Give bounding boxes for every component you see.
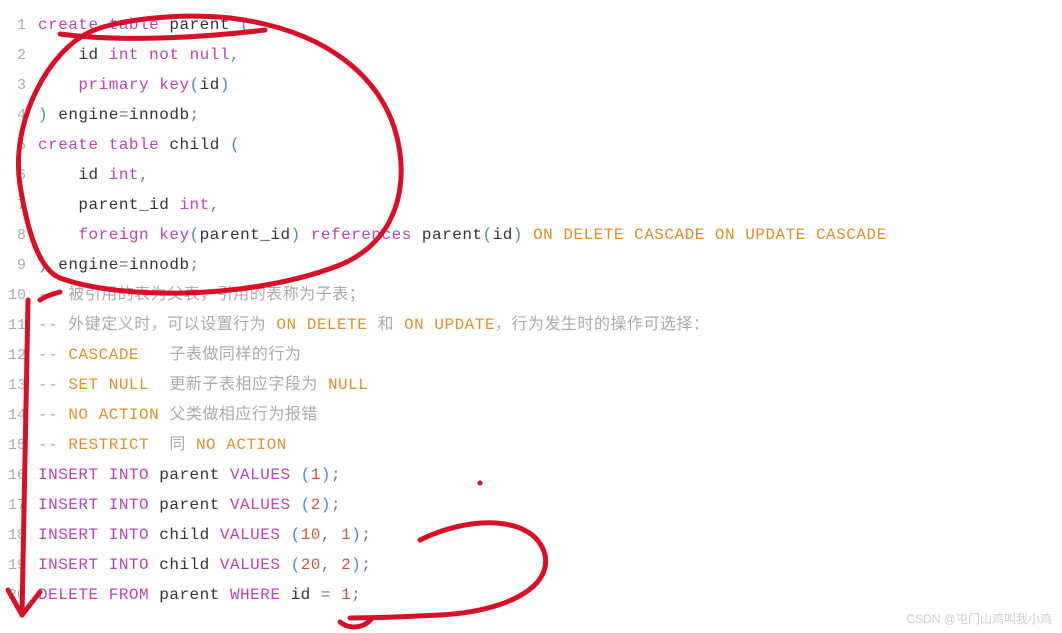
code-line[interactable]: 3 primary key(id) [0, 70, 1062, 100]
code-line[interactable]: 12-- CASCADE 子表做同样的行为 [0, 340, 1062, 370]
code-line[interactable]: 9) engine=innodb; [0, 250, 1062, 280]
code-content[interactable]: -- RESTRICT 同 NO ACTION [38, 430, 287, 460]
code-content[interactable]: INSERT INTO parent VALUES (2); [38, 490, 341, 520]
code-content[interactable]: create table parent ( [38, 10, 250, 40]
line-number: 6 [0, 161, 38, 191]
line-number: 16 [0, 461, 38, 491]
code-line[interactable]: 13-- SET NULL 更新子表相应字段为 NULL [0, 370, 1062, 400]
code-line[interactable]: 19INSERT INTO child VALUES (20, 2); [0, 550, 1062, 580]
code-line[interactable]: 7 parent_id int, [0, 190, 1062, 220]
line-number: 9 [0, 251, 38, 281]
line-number: 2 [0, 41, 38, 71]
code-content[interactable]: INSERT INTO parent VALUES (1); [38, 460, 341, 490]
code-content[interactable]: -- CASCADE 子表做同样的行为 [38, 340, 301, 370]
code-line[interactable]: 17INSERT INTO parent VALUES (2); [0, 490, 1062, 520]
code-line[interactable]: 18INSERT INTO child VALUES (10, 1); [0, 520, 1062, 550]
code-content[interactable]: -- NO ACTION 父类做相应行为报错 [38, 400, 318, 430]
line-number: 19 [0, 551, 38, 581]
code-line[interactable]: 14-- NO ACTION 父类做相应行为报错 [0, 400, 1062, 430]
code-content[interactable]: -- SET NULL 更新子表相应字段为 NULL [38, 370, 368, 400]
code-content[interactable]: DELETE FROM parent WHERE id = 1; [38, 580, 361, 610]
code-editor[interactable]: 1create table parent (2 id int not null,… [0, 0, 1062, 620]
line-number: 7 [0, 191, 38, 221]
code-content[interactable]: ) engine=innodb; [38, 100, 200, 130]
line-number: 11 [0, 311, 38, 341]
line-number: 14 [0, 401, 38, 431]
line-number: 3 [0, 71, 38, 101]
code-content[interactable]: INSERT INTO child VALUES (20, 2); [38, 550, 371, 580]
code-line[interactable]: 8 foreign key(parent_id) references pare… [0, 220, 1062, 250]
line-number: 18 [0, 521, 38, 551]
code-content[interactable]: INSERT INTO child VALUES (10, 1); [38, 520, 371, 550]
code-content[interactable]: ) engine=innodb; [38, 250, 200, 280]
line-number: 20 [0, 581, 38, 611]
line-number: 5 [0, 131, 38, 161]
code-line[interactable]: 15-- RESTRICT 同 NO ACTION [0, 430, 1062, 460]
code-content[interactable]: id int not null, [38, 40, 240, 70]
code-content[interactable]: id int, [38, 160, 149, 190]
code-content[interactable]: primary key(id) [38, 70, 230, 100]
code-content[interactable]: create table child ( [38, 130, 240, 160]
code-line[interactable]: 5create table child ( [0, 130, 1062, 160]
code-content[interactable]: foreign key(parent_id) references parent… [38, 220, 887, 250]
line-number: 15 [0, 431, 38, 461]
line-number: 1 [0, 11, 38, 41]
code-line[interactable]: 4) engine=innodb; [0, 100, 1062, 130]
line-number: 4 [0, 101, 38, 131]
code-line[interactable]: 10-- 被引用的表为父表，引用的表称为子表； [0, 280, 1062, 310]
code-content[interactable]: -- 外键定义时，可以设置行为 ON DELETE 和 ON UPDATE，行为… [38, 310, 710, 340]
line-number: 13 [0, 371, 38, 401]
code-line[interactable]: 20DELETE FROM parent WHERE id = 1; [0, 580, 1062, 610]
line-number: 12 [0, 341, 38, 371]
code-content[interactable]: -- 被引用的表为父表，引用的表称为子表； [38, 280, 365, 310]
code-line[interactable]: 2 id int not null, [0, 40, 1062, 70]
code-content[interactable]: parent_id int, [38, 190, 220, 220]
line-number: 10 [0, 281, 38, 311]
code-line[interactable]: 11-- 外键定义时，可以设置行为 ON DELETE 和 ON UPDATE，… [0, 310, 1062, 340]
watermark: CSDN @屯门山鸡叫我小鸡 [906, 610, 1052, 627]
code-line[interactable]: 1create table parent ( [0, 10, 1062, 40]
line-number: 8 [0, 221, 38, 251]
line-number: 17 [0, 491, 38, 521]
code-line[interactable]: 16INSERT INTO parent VALUES (1); [0, 460, 1062, 490]
code-line[interactable]: 6 id int, [0, 160, 1062, 190]
